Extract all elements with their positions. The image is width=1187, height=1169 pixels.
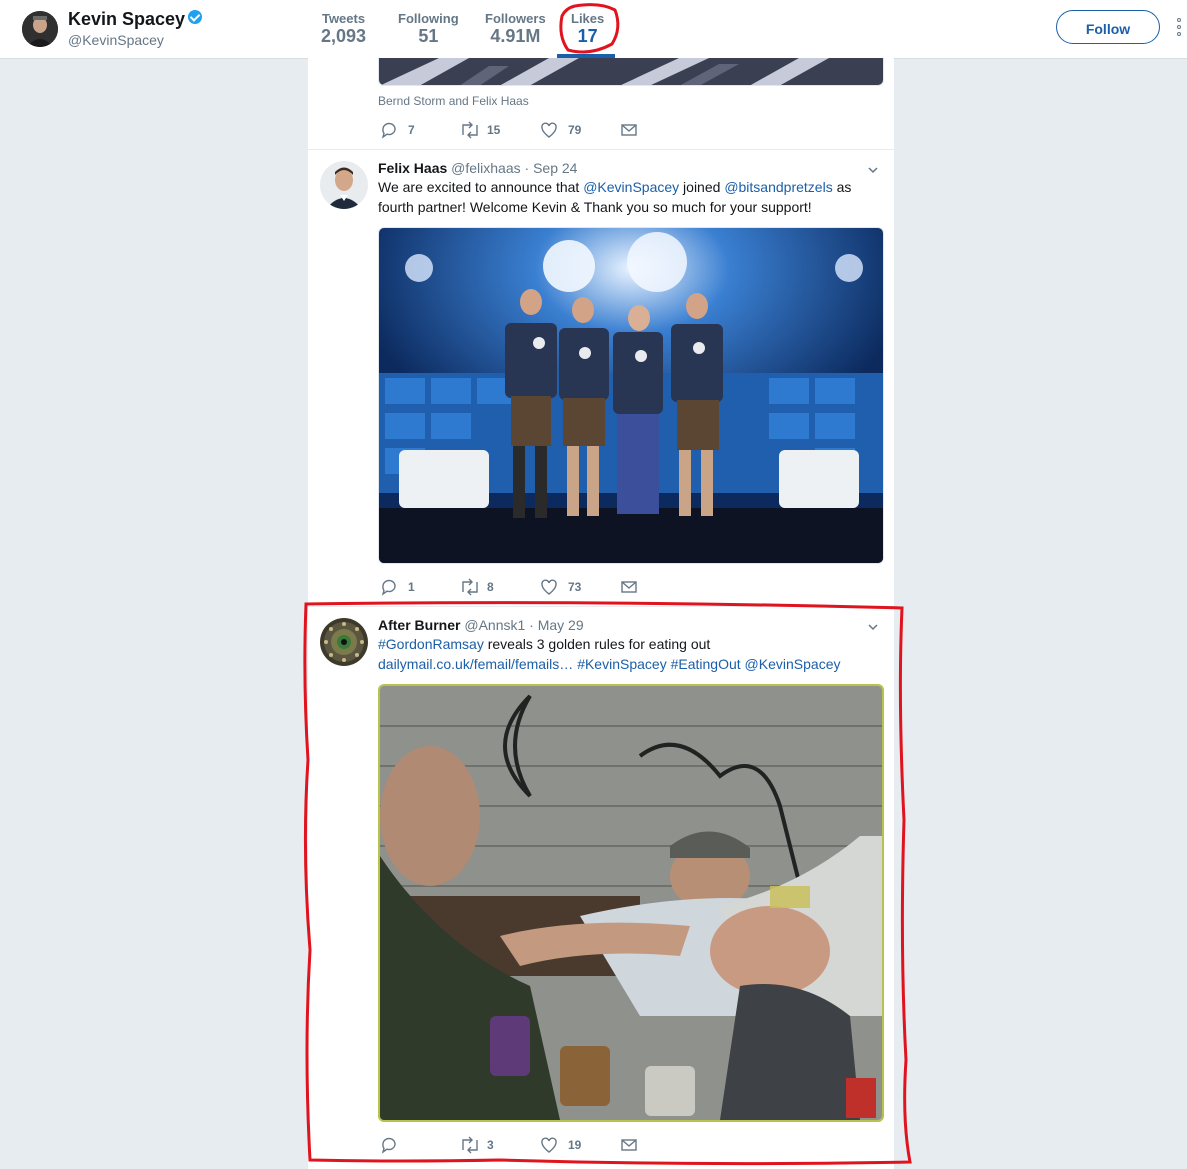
tweet-3-author-name[interactable]: After Burner (378, 617, 460, 633)
hashtag-eatingout[interactable]: #EatingOut (671, 656, 741, 672)
hashtag-gordonramsay[interactable]: #GordonRamsay (378, 636, 484, 652)
profile-name-text: Kevin Spacey (68, 9, 186, 29)
reply-icon (381, 1137, 396, 1154)
tweet-1-reply-count: 7 (408, 123, 415, 137)
tweet-2-like-count: 73 (568, 580, 582, 594)
tweet-2-text-a: We are excited to announce that (378, 179, 584, 195)
mention-kevinspacey[interactable]: @KevinSpacey (745, 656, 841, 672)
tweet-3-date[interactable]: · May 29 (529, 617, 583, 633)
stat-followers-value: 4.91M (490, 26, 541, 46)
reply-icon (381, 579, 396, 596)
tweet-divider (308, 606, 894, 607)
tweet-2-text-c: as (832, 179, 852, 195)
heart-icon (541, 122, 557, 138)
profile-name[interactable]: Kevin Spacey (68, 9, 203, 30)
verified-badge-icon (188, 10, 203, 24)
stat-following[interactable]: Following 51 (398, 11, 459, 47)
stat-likes-label: Likes (571, 11, 605, 26)
retweet-icon (462, 121, 478, 139)
tweet-1-retweet-count: 15 (487, 123, 501, 137)
retweet-icon (462, 1136, 478, 1154)
stat-tweets[interactable]: Tweets 2,093 (321, 11, 366, 47)
stat-followers-label: Followers (485, 11, 546, 26)
tweet-3-like-count: 19 (568, 1138, 582, 1152)
tweet-3-retweet-count: 3 (487, 1138, 494, 1152)
heart-icon (541, 579, 557, 595)
hashtag-kevinspacey[interactable]: #KevinSpacey (577, 656, 667, 672)
tweet-2-text-b: joined (679, 179, 725, 195)
tweet-2-text: We are excited to announce that @KevinSp… (378, 177, 858, 217)
tweet-2-date[interactable]: · Sep 24 (525, 160, 578, 176)
envelope-icon (621, 124, 637, 136)
tweet-2-photo[interactable] (378, 227, 884, 564)
tweet-3-header: After Burner @Annsk1 · May 29 (378, 617, 584, 633)
tweet-1-media-caption: Bernd Storm and Felix Haas (378, 94, 529, 108)
tweet-3-author-handle[interactable]: @Annsk1 (464, 617, 525, 633)
stat-followers[interactable]: Followers 4.91M (485, 11, 546, 47)
tweet-3-photo[interactable] (378, 684, 884, 1122)
tweet-3-text: #GordonRamsay reveals 3 golden rules for… (378, 634, 858, 674)
tweet-2-text-d: fourth partner! Welcome Kevin & Thank yo… (378, 199, 812, 215)
stat-following-value: 51 (418, 26, 439, 46)
tweet-2-reply-count: 1 (408, 580, 415, 594)
mention-bitsandpretzels[interactable]: @bitsandpretzels (724, 179, 832, 195)
tweet-1-media[interactable] (378, 58, 884, 86)
envelope-icon (621, 1139, 637, 1151)
heart-icon (541, 1137, 557, 1153)
tweet-3-article-link[interactable]: dailymail.co.uk/femail/femails… (378, 656, 573, 672)
profile-avatar[interactable] (22, 11, 58, 47)
more-options-icon[interactable] (1176, 18, 1184, 40)
tweet-2-chevron-down-icon[interactable] (868, 165, 878, 175)
stat-likes-value: 17 (577, 26, 598, 46)
envelope-icon (621, 581, 637, 593)
tweet-3-avatar[interactable] (320, 618, 368, 666)
tweet-2-author-handle[interactable]: @felixhaas (451, 160, 520, 176)
tweet-2-author-name[interactable]: Felix Haas (378, 160, 447, 176)
tweet-3-chevron-down-icon[interactable] (868, 622, 878, 632)
reply-icon (381, 122, 396, 139)
tweet-2-avatar[interactable] (320, 161, 368, 209)
follow-button[interactable]: Follow (1056, 10, 1160, 44)
tweet-1-like-count: 79 (568, 123, 582, 137)
stat-following-label: Following (398, 11, 459, 26)
profile-nav-bar: Kevin Spacey @KevinSpacey Tweets 2,093 F… (0, 0, 1187, 59)
tweet-divider (308, 149, 894, 150)
stat-likes[interactable]: Likes 17 (571, 11, 604, 47)
retweet-icon (462, 578, 478, 596)
stat-tweets-value: 2,093 (321, 26, 367, 46)
tweet-3-text-a: reveals 3 golden rules for eating out (483, 636, 711, 652)
tweet-2-retweet-count: 8 (487, 580, 494, 594)
profile-handle[interactable]: @KevinSpacey (68, 32, 164, 48)
stat-tweets-label: Tweets (321, 11, 366, 26)
mention-kevinspacey[interactable]: @KevinSpacey (583, 179, 679, 195)
tweet-2-header: Felix Haas @felixhaas · Sep 24 (378, 160, 577, 176)
